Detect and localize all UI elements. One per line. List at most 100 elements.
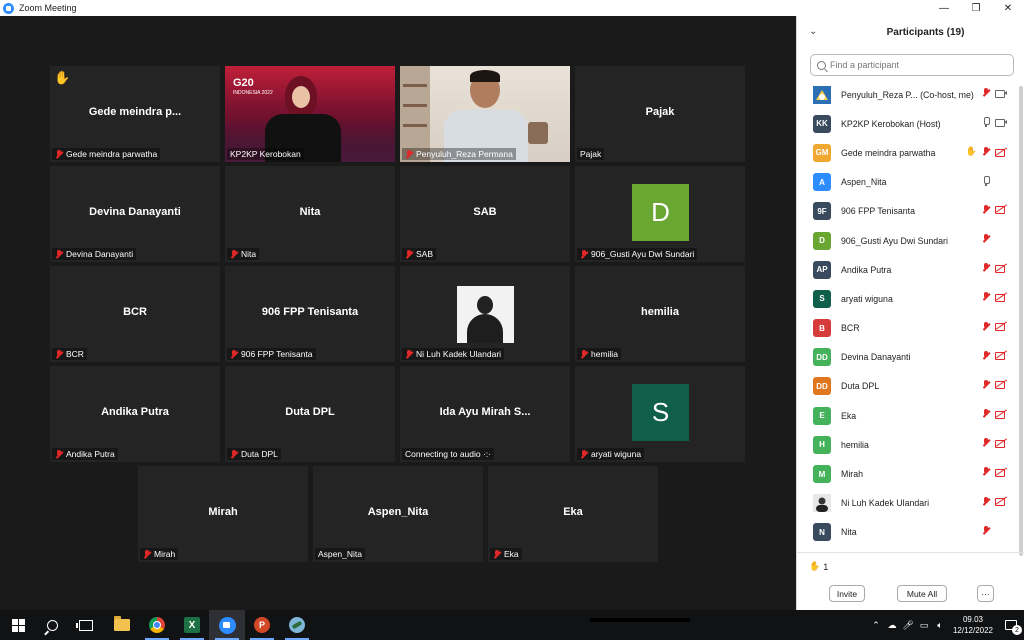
participant-row[interactable]: M Mirah xyxy=(797,459,1021,488)
maximize-button[interactable]: ❐ xyxy=(960,0,992,16)
participant-name: Aspen_Nita xyxy=(841,177,887,188)
participant-status-icons xyxy=(982,292,1007,302)
video-tile[interactable]: BCR BCR xyxy=(50,266,220,362)
raised-hands-number: 1 xyxy=(823,561,829,572)
network-icon[interactable]: ▭ xyxy=(916,610,932,640)
participant-row[interactable]: D 906_Gusti Ayu Dwi Sundari xyxy=(797,226,1021,255)
participant-status-icons xyxy=(982,496,1007,507)
avatar: GM xyxy=(813,143,831,162)
chrome-button[interactable] xyxy=(139,610,175,640)
video-tile[interactable]: Mirah Mirah xyxy=(138,466,308,562)
participant-row[interactable]: B BCR xyxy=(797,314,1021,343)
chevron-up-icon[interactable]: ⌃ xyxy=(868,610,884,640)
tile-name-label: Nita xyxy=(227,248,260,260)
video-tile[interactable]: Penyuluh_Reza Permana xyxy=(400,66,570,162)
tile-display-name: BCR xyxy=(123,306,147,318)
video-tile[interactable]: G20 INDONESIA 2022 KP2KP Kerobokan xyxy=(225,66,395,162)
video-tile[interactable]: SAB SAB xyxy=(400,166,570,262)
mic-muted-icon xyxy=(982,379,990,389)
tile-name-label: KP2KP Kerobokan xyxy=(227,148,304,160)
invite-button[interactable]: Invite xyxy=(829,585,865,602)
zoom-taskbar-button[interactable] xyxy=(209,610,245,640)
participant-row[interactable]: Saryati wiguna xyxy=(797,284,1021,313)
excel-button[interactable]: X xyxy=(174,610,210,640)
mic-muted-icon xyxy=(982,467,990,476)
participant-search[interactable] xyxy=(810,54,1014,76)
participant-row[interactable]: A Aspen_Nita xyxy=(797,168,1021,197)
tile-label-text: Devina Danayanti xyxy=(66,249,134,259)
video-tile[interactable]: Andika Putra Andika Putra xyxy=(50,366,220,462)
notification-center-button[interactable]: 2 xyxy=(998,610,1024,640)
participant-name: Gede meindra parwatha xyxy=(841,147,936,158)
close-button[interactable]: ✕ xyxy=(992,0,1024,16)
mic-muted-icon xyxy=(230,349,238,359)
other-app-button[interactable] xyxy=(279,610,315,640)
start-button[interactable] xyxy=(0,610,36,640)
video-tile[interactable]: Gede meindra p... ✋ Gede meindra parwatha xyxy=(50,66,220,162)
participant-row[interactable]: Ni Luh Kadek Ulandari xyxy=(797,489,1021,518)
window-titlebar: Zoom Meeting — ❐ ✕ xyxy=(0,0,1024,16)
participant-status-icons xyxy=(982,233,1007,243)
participant-row[interactable]: DD Duta DPL xyxy=(797,372,1021,401)
avatar: 9F xyxy=(813,202,831,221)
mic-icon xyxy=(982,117,990,128)
video-tile[interactable]: Pajak Pajak xyxy=(575,66,745,162)
tile-name-label: aryati wiguna xyxy=(577,448,645,460)
video-tile[interactable]: Devina Danayanti Devina Danayanti xyxy=(50,166,220,262)
video-tile[interactable]: hemilia hemilia xyxy=(575,266,745,362)
participant-row[interactable]: AP Andika Putra xyxy=(797,255,1021,284)
tile-label-text: 906_Gusti Ayu Dwi Sundari xyxy=(591,249,695,259)
participants-scrollbar[interactable] xyxy=(1019,86,1023,556)
video-off-icon xyxy=(995,439,1007,448)
video-tile[interactable]: D 906_Gusti Ayu Dwi Sundari xyxy=(575,166,745,262)
microphone-icon[interactable]: 🎤︎ xyxy=(900,610,916,640)
participants-list: Penyuluh_Reza P... (Co-host, me) KK KP2KP … xyxy=(797,80,1021,550)
video-tile[interactable]: Nita Nita xyxy=(225,166,395,262)
video-tile[interactable]: Ida Ayu Mirah S... Connecting to audio ·:… xyxy=(400,366,570,462)
cloud-icon[interactable]: ☁ xyxy=(884,610,900,640)
avatar: A xyxy=(813,173,831,192)
tile-label-text: Gede meindra parwatha xyxy=(66,149,158,159)
participant-row[interactable]: N Nita xyxy=(797,518,1021,547)
taskbar-divider xyxy=(590,618,690,622)
more-options-button[interactable]: ··· xyxy=(977,585,994,602)
mic-muted-icon xyxy=(55,449,63,459)
zoom-app-icon xyxy=(3,2,14,14)
participant-row[interactable]: 9F 906 FPP Tenisanta xyxy=(797,197,1021,226)
task-view-button[interactable] xyxy=(68,610,104,640)
participants-footer: ✋ 1 Invite Mute All ··· xyxy=(797,552,1024,610)
powerpoint-button[interactable]: P xyxy=(244,610,280,640)
participant-row[interactable]: Hhemilia xyxy=(797,430,1021,459)
mic-muted-icon xyxy=(405,349,413,359)
avatar xyxy=(813,85,831,104)
tile-name-label: 906 FPP Tenisanta xyxy=(227,348,316,360)
participant-name: Penyuluh_Reza P... (Co-host, me) xyxy=(841,89,974,100)
minimize-button[interactable]: — xyxy=(928,0,960,16)
mic-muted-icon xyxy=(580,449,588,459)
video-tile[interactable]: Eka Eka xyxy=(488,466,658,562)
system-tray: ⌃ ☁ 🎤︎ ▭ 🔈︎ 09.03 12/12/2022 2 xyxy=(868,610,1024,640)
participant-status-icons xyxy=(982,175,1007,186)
video-tile[interactable]: Duta DPL Duta DPL xyxy=(225,366,395,462)
tile-name-label: BCR xyxy=(52,348,87,360)
video-tile[interactable]: Ni Luh Kadek Ulandari xyxy=(400,266,570,362)
windows-taskbar: X P ⌃ ☁ 🎤︎ ▭ 🔈︎ 09.03 12/12/2022 2 xyxy=(0,610,1024,640)
file-explorer-button[interactable] xyxy=(104,610,140,640)
tile-display-name: Andika Putra xyxy=(101,406,169,418)
participant-row[interactable]: DD Devina Danayanti xyxy=(797,343,1021,372)
search-icon xyxy=(817,60,826,70)
participant-row[interactable]: GM Gede meindra parwatha ✋ xyxy=(797,138,1021,167)
participant-status-icons xyxy=(982,467,1007,477)
taskbar-clock[interactable]: 09.03 12/12/2022 xyxy=(948,614,998,636)
mute-all-button[interactable]: Mute All xyxy=(897,585,947,602)
taskbar-search-button[interactable] xyxy=(34,610,70,640)
participant-row[interactable]: E Eka xyxy=(797,401,1021,430)
video-tile[interactable]: 906 FPP Tenisanta 906 FPP Tenisanta xyxy=(225,266,395,362)
mic-muted-icon xyxy=(982,292,990,301)
search-input[interactable] xyxy=(830,60,1010,70)
participant-row[interactable]: KK KP2KP Kerobokan (Host) xyxy=(797,109,1021,138)
participant-row[interactable]: Penyuluh_Reza P... (Co-host, me) xyxy=(797,80,1021,109)
volume-icon[interactable]: 🔈︎ xyxy=(932,610,948,640)
video-tile[interactable]: Saryati wiguna xyxy=(575,366,745,462)
video-tile[interactable]: Aspen_Nita Aspen_Nita xyxy=(313,466,483,562)
